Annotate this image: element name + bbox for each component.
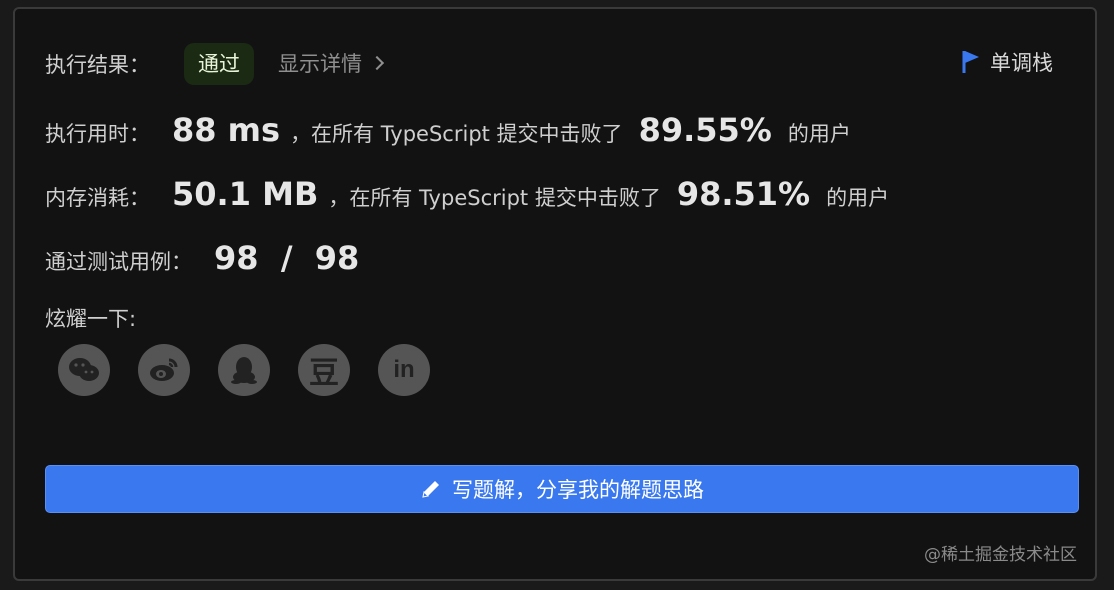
watermark: @稀土掘金技术社区 — [924, 545, 1077, 565]
runtime-label: 执行用时： — [45, 122, 150, 146]
result-label: 执行结果： — [45, 53, 150, 77]
runtime-value: 88 ms — [172, 111, 281, 149]
tests-row: 通过测试用例： 98 / 98 — [45, 239, 359, 277]
write-solution-label: 写题解，分享我的解题思路 — [452, 478, 704, 502]
flag-icon — [962, 51, 979, 73]
share-buttons: 豆 in — [58, 344, 430, 396]
memory-suffix: 的用户 — [826, 186, 890, 210]
write-solution-button[interactable]: 写题解，分享我的解题思路 — [45, 465, 1079, 513]
memory-percent: 98.51% — [676, 175, 811, 213]
qq-icon — [231, 357, 257, 384]
chevron-right-icon — [369, 55, 385, 71]
runtime-row: 执行用时： 88 ms ，在所有 TypeScript 提交中击败了 89.55… — [45, 111, 851, 149]
share-douban-button[interactable]: 豆 — [298, 344, 350, 396]
show-details-link[interactable]: 显示详情 — [278, 48, 385, 78]
linkedin-icon: in — [393, 356, 415, 383]
weibo-icon — [150, 358, 178, 381]
share-wechat-button[interactable] — [58, 344, 110, 396]
debug-button[interactable]: 单调栈 — [962, 47, 1053, 77]
memory-label: 内存消耗： — [45, 186, 150, 210]
share-row-label: 炫耀一下: — [45, 303, 136, 333]
wechat-icon — [69, 358, 99, 381]
runtime-percent: 89.55% — [638, 111, 772, 149]
douban-icon: 豆 — [309, 356, 339, 391]
result-row: 执行结果： — [45, 49, 150, 79]
runtime-mid-text: ，在所有 TypeScript 提交中击败了 — [290, 122, 623, 146]
pencil-icon — [422, 481, 439, 498]
debug-label: 单调栈 — [990, 51, 1053, 75]
tests-label: 通过测试用例： — [45, 250, 192, 274]
memory-row: 内存消耗： 50.1 MB ，在所有 TypeScript 提交中击败了 98.… — [45, 175, 889, 213]
memory-mid-text: ，在所有 TypeScript 提交中击败了 — [328, 186, 661, 210]
share-linkedin-button[interactable]: in — [378, 344, 430, 396]
submission-result-panel: 执行结果： 通过 显示详情 单调栈 执行用时： 88 ms ，在所有 TypeS… — [13, 7, 1097, 581]
share-weibo-button[interactable] — [138, 344, 190, 396]
memory-value: 50.1 MB — [172, 175, 319, 213]
tests-value: 98 / 98 — [214, 239, 360, 277]
share-qq-button[interactable] — [218, 344, 270, 396]
status-badge: 通过 — [184, 43, 254, 85]
runtime-suffix: 的用户 — [787, 122, 851, 146]
share-label: 炫耀一下: — [45, 307, 137, 331]
show-details-label: 显示详情 — [278, 52, 362, 76]
